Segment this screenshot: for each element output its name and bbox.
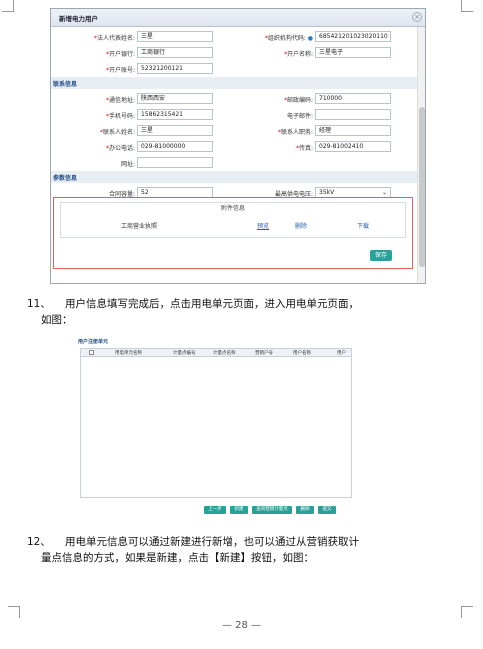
field-label: 邮政编码: — [286, 97, 313, 104]
form-row: *开户账号: 52321200121 — [51, 63, 419, 75]
save-button[interactable]: 保存 — [370, 250, 392, 261]
form-row: *手机号码: 15862315421 电子邮件: — [51, 109, 419, 121]
legal-rep-name-input[interactable]: 三星 — [137, 31, 213, 42]
email-input[interactable] — [315, 109, 391, 120]
close-icon[interactable]: × — [412, 12, 422, 22]
voltage-value: 35kV — [319, 189, 335, 196]
form-row: *法人代表姓名: 三星 *组织机构代码: ● 68542120102302011… — [51, 31, 419, 43]
paragraph-12: 12、 用电单元信息可以通过新建进行新增，也可以通过从营销获取计 量点信息的方式… — [27, 534, 457, 568]
field-label: 电子邮件: — [286, 113, 313, 120]
contact-name-input[interactable]: 三星 — [137, 125, 213, 136]
field-label: 联系人姓名: — [102, 129, 135, 136]
field-label: 联系人职务: — [280, 129, 313, 136]
paragraph-line: 如图： — [41, 314, 73, 326]
form-row: *开户银行: 工商银行 *开户名称: 三星电子 — [51, 47, 419, 59]
column-header: 用户名称 — [293, 351, 311, 356]
field-label: 开户账号: — [108, 67, 135, 74]
section-title: 联系信息 — [53, 81, 78, 88]
column-header: 用户 — [337, 351, 346, 356]
crop-mark-bottom-left — [8, 606, 20, 618]
form-row: *办公电话: 029-81000000 *传真: 029-81002410 — [51, 141, 419, 153]
section-params: 参数信息 — [51, 171, 419, 183]
prev-step-button[interactable]: 上一步 — [204, 506, 226, 514]
org-code-input[interactable]: 685421201023020110 — [315, 31, 391, 42]
step-number: 12、 — [27, 536, 51, 548]
account-name-input[interactable]: 三星电子 — [315, 47, 391, 58]
crop-mark-bottom-right — [461, 606, 473, 618]
submit-button[interactable]: 提交 — [318, 506, 336, 514]
website-input[interactable] — [137, 157, 213, 168]
office-phone-input[interactable]: 029-81000000 — [137, 141, 213, 152]
step-number: 11、 — [27, 298, 51, 310]
delete-button[interactable]: 删除 — [296, 506, 314, 514]
field-label: 办公电话: — [108, 145, 135, 152]
crop-mark-top-right — [461, 0, 473, 12]
mobile-input[interactable]: 15862315421 — [137, 109, 213, 120]
paragraph-11: 11、 用户信息填写完成后，点击用电单元页面，进入用电单元页面， 如图： — [27, 296, 457, 330]
bank-input[interactable]: 工商银行 — [137, 47, 213, 58]
new-button[interactable]: 新建 — [230, 506, 248, 514]
column-header: 营销户号 — [255, 351, 273, 356]
query-meter-button[interactable]: 查询营销计量点 — [252, 506, 292, 514]
field-label: 手机号码: — [108, 113, 135, 120]
delete-link[interactable]: 删除 — [295, 221, 307, 230]
scrollbar[interactable] — [417, 27, 425, 283]
field-label: 法人代表姓名: — [96, 35, 135, 42]
form-row: 网址: — [51, 157, 419, 169]
unit-table: 用电单元名称 计量点编号 计量点名称 营销户号 用户名称 用户 — [80, 348, 352, 498]
attachment-panel: 附件信息 工商营业执照 预览 删除 下载 保存 — [53, 197, 413, 269]
field-label: 开户名称: — [286, 51, 313, 58]
crop-mark-top-left — [2, 0, 14, 12]
column-header: 计量点编号 — [173, 351, 196, 356]
account-number-input[interactable]: 52321200121 — [137, 63, 213, 74]
postcode-input[interactable]: 710000 — [315, 93, 391, 104]
unit-registration-panel: 用户注册单元 用电单元名称 计量点编号 计量点名称 营销户号 用户名称 用户 上… — [76, 338, 354, 518]
field-label: 传真: — [298, 145, 313, 152]
field-label: 网址: — [120, 161, 135, 168]
preview-link[interactable]: 预览 — [257, 221, 269, 230]
paragraph-line: 用电单元信息可以通过新建进行新增，也可以通过从营销获取计 — [65, 536, 359, 548]
field-label: 开户银行: — [108, 51, 135, 58]
section-title: 参数信息 — [53, 175, 78, 182]
scrollbar-thumb[interactable] — [419, 107, 425, 267]
panel-title: 用户注册单元 — [78, 339, 109, 345]
chevron-down-icon: ⌄ — [381, 189, 387, 196]
select-all-checkbox[interactable] — [89, 350, 94, 355]
paragraph-line: 用户信息填写完成后，点击用电单元页面，进入用电单元页面， — [65, 298, 359, 310]
column-header: 计量点名称 — [213, 351, 236, 356]
dialog-title: 新增电力用户 — [59, 15, 98, 23]
dialog-titlebar: 新增电力用户 × — [51, 9, 425, 27]
form-row: *联系人姓名: 三星 *联系人职务: 经理 — [51, 125, 419, 137]
attachment-table: 附件信息 工商营业执照 预览 删除 下载 — [60, 202, 406, 238]
download-link[interactable]: 下载 — [357, 221, 369, 230]
address-input[interactable]: 陕西西安 — [137, 93, 213, 104]
table-header: 用电单元名称 计量点编号 计量点名称 营销户号 用户名称 用户 — [81, 349, 351, 357]
paragraph-line: 量点信息的方式，如果是新建，点击【新建】按钮，如图： — [41, 552, 314, 564]
field-label: 组织机构代码: — [267, 35, 306, 42]
new-power-user-dialog: 新增电力用户 × *法人代表姓名: 三星 *组织机构代码: ● 68542120… — [50, 8, 426, 284]
fax-input[interactable]: 029-81002410 — [315, 141, 391, 152]
attachment-header: 附件信息 — [220, 205, 245, 212]
form-row: *通信地址: 陕西西安 *邮政编码: 710000 — [51, 93, 419, 105]
section-contact: 联系信息 — [51, 77, 419, 89]
page-number: — 28 — — [221, 620, 262, 631]
field-label: 通信地址: — [108, 97, 135, 104]
column-header: 用电单元名称 — [115, 351, 142, 356]
attachment-name: 工商营业执照 — [121, 223, 158, 230]
contact-title-input[interactable]: 经理 — [315, 125, 391, 136]
